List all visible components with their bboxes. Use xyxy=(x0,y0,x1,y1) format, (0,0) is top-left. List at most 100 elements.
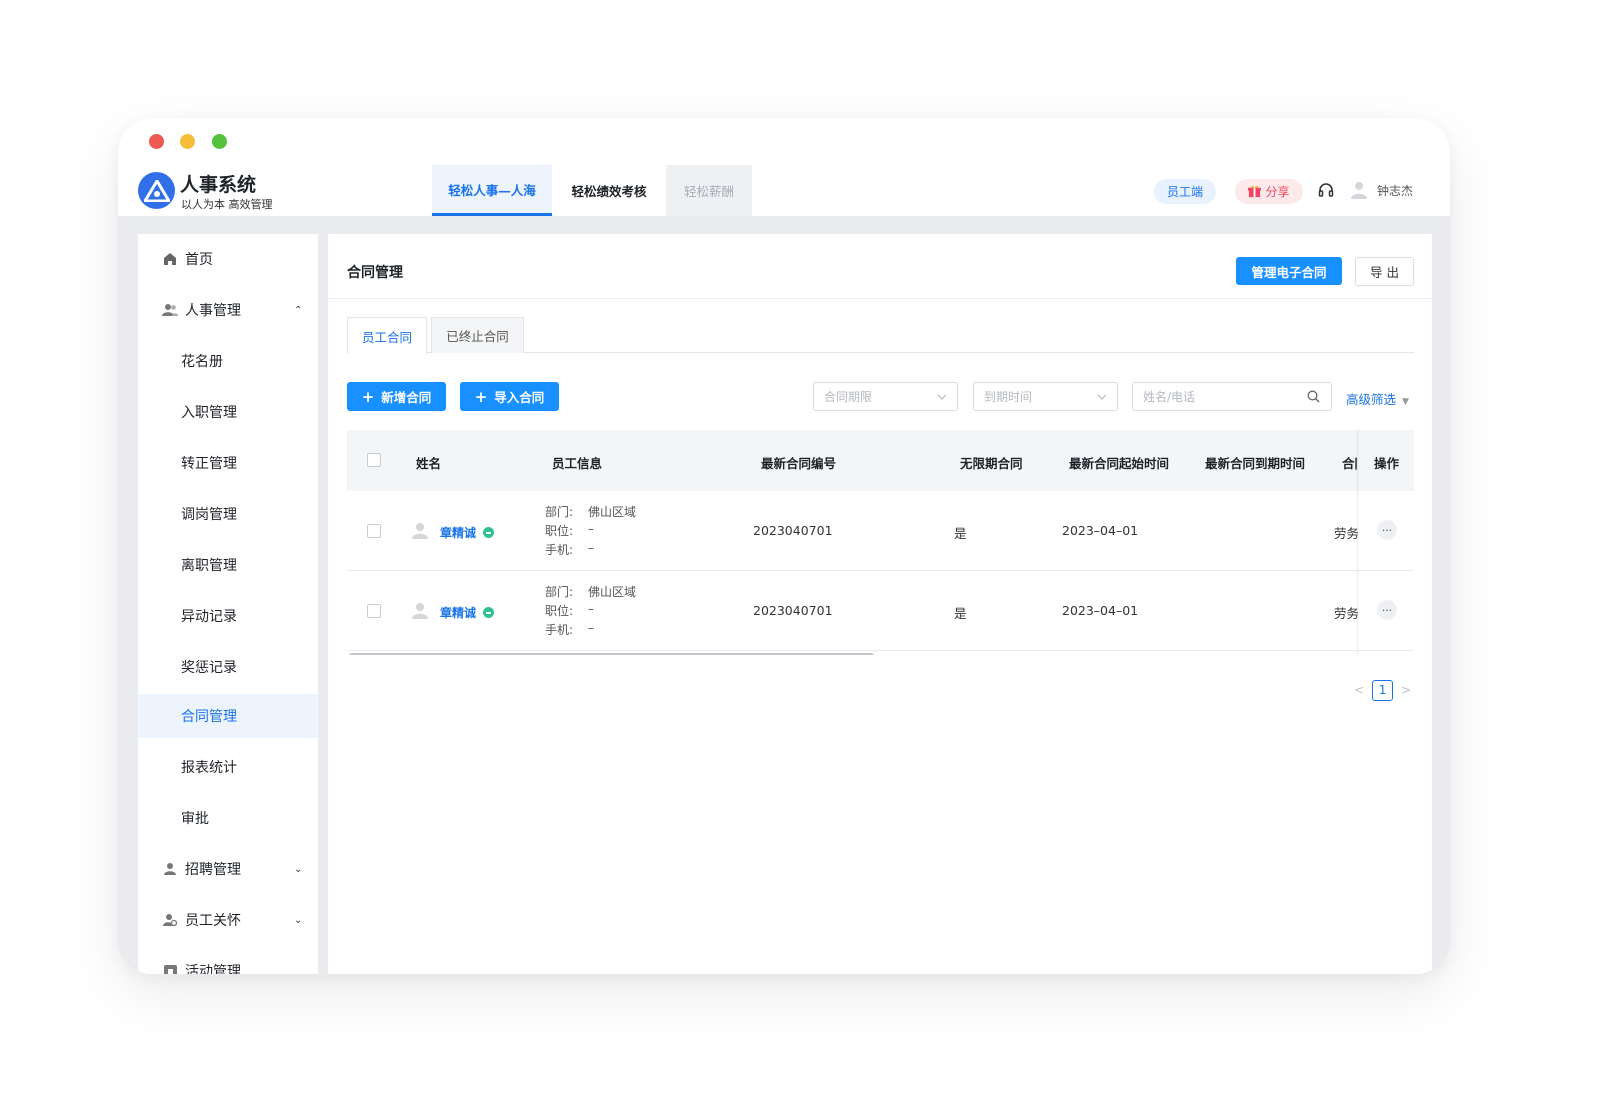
phone-value: – xyxy=(588,541,594,555)
add-contract-label: 新增合同 xyxy=(381,390,432,405)
contract-type: 劳务 xyxy=(1334,526,1358,541)
row-checkbox[interactable] xyxy=(367,604,381,618)
select-placeholder: 合同期限 xyxy=(824,390,873,404)
start-date: 2023–04–01 xyxy=(1062,603,1139,618)
sidebar-item-resignation[interactable]: 离职管理 xyxy=(138,543,318,587)
position-label: 职位: xyxy=(545,604,574,618)
sidebar: 首页 人事管理 ⌃ 花名册 入职管理 转正管理 调岗管理 离职管理 异动记录 奖… xyxy=(138,234,318,974)
employee-name-link[interactable]: 章精诚 xyxy=(440,604,476,621)
select-placeholder: 到期时间 xyxy=(984,390,1033,404)
sidebar-item-transfer[interactable]: 调岗管理 xyxy=(138,492,318,536)
column-header-actions: 操作 xyxy=(1374,456,1400,471)
sidebar-item-onboarding[interactable]: 入职管理 xyxy=(138,390,318,434)
plus-icon: + xyxy=(474,387,488,406)
care-icon xyxy=(162,912,178,928)
employee-portal-button[interactable]: 员工端 xyxy=(1154,179,1216,204)
maximize-window-button[interactable] xyxy=(212,134,227,149)
minimize-window-button[interactable] xyxy=(180,134,195,149)
table-row[interactable]: 章精诚 部门: 佛山区域 职位: – 手机: – 2023040701 是 20… xyxy=(347,571,1414,651)
sidebar-item-label: 入职管理 xyxy=(181,405,237,421)
advanced-filter-button[interactable]: 高级筛选 ▼ xyxy=(1346,389,1409,408)
sidebar-item-label: 招聘管理 xyxy=(185,862,241,878)
chevron-up-icon: ⌃ xyxy=(294,304,303,316)
sidebar-item-reports[interactable]: 报表统计 xyxy=(138,745,318,789)
user-name[interactable]: 钟志杰 xyxy=(1377,182,1413,199)
phone-label: 手机: xyxy=(545,543,574,557)
import-contract-button[interactable]: + 导入合同 xyxy=(460,382,559,411)
dept-value: 佛山区域 xyxy=(588,585,637,599)
column-header: 员工信息 xyxy=(552,456,603,471)
sidebar-item-employee-care[interactable]: 员工关怀 ⌄ xyxy=(138,898,318,942)
online-status-icon xyxy=(483,607,494,618)
column-header: 无限期合同 xyxy=(960,456,1023,471)
tab-employee-contracts[interactable]: 员工合同 xyxy=(347,317,427,354)
users-icon xyxy=(162,302,178,318)
page-number-button[interactable]: 1 xyxy=(1372,679,1394,701)
search-icon[interactable] xyxy=(1307,390,1320,403)
fixed-column-divider xyxy=(1357,430,1359,655)
sidebar-item-activities[interactable]: 活动管理 xyxy=(138,949,318,974)
sidebar-item-label: 花名册 xyxy=(181,354,223,370)
dept-value: 佛山区域 xyxy=(588,505,637,519)
app-title: 人事系统 xyxy=(180,174,257,196)
more-actions-button[interactable]: ··· xyxy=(1377,600,1397,620)
tab-terminated-contracts[interactable]: 已终止合同 xyxy=(431,317,524,353)
contract-period-select[interactable]: 合同期限 xyxy=(813,382,958,411)
export-button[interactable]: 导 出 xyxy=(1355,257,1414,286)
topnav-tab-salary[interactable]: 轻松薪酬 xyxy=(666,165,752,216)
share-label: 分享 xyxy=(1265,185,1290,199)
sidebar-item-label: 合同管理 xyxy=(181,709,237,725)
next-page-icon[interactable]: > xyxy=(1401,683,1411,697)
chevron-down-icon xyxy=(1097,394,1107,400)
close-window-button[interactable] xyxy=(149,134,164,149)
user-avatar-icon[interactable] xyxy=(1351,181,1367,203)
row-checkbox[interactable] xyxy=(367,524,381,538)
employee-name-link[interactable]: 章精诚 xyxy=(440,524,476,541)
topnav-tab-performance[interactable]: 轻松绩效考核 xyxy=(552,165,666,216)
table-header: 姓名 员工信息 最新合同编号 无限期合同 最新合同起始时间 最新合同到期时间 合… xyxy=(347,430,1414,491)
more-actions-button[interactable]: ··· xyxy=(1377,520,1397,540)
add-contract-button[interactable]: + 新增合同 xyxy=(347,382,446,411)
home-icon xyxy=(162,251,178,267)
logo-icon xyxy=(138,172,175,209)
position-value: – xyxy=(588,522,594,536)
sidebar-item-label: 奖惩记录 xyxy=(181,660,237,676)
main-panel: 合同管理 管理电子合同 导 出 员工合同 已终止合同 + 新增合同 + 导入合同… xyxy=(328,234,1432,974)
horizontal-scrollbar[interactable] xyxy=(349,653,874,655)
chevron-down-icon: ⌄ xyxy=(294,914,303,926)
select-all-checkbox[interactable] xyxy=(367,453,381,467)
column-header: 合同 xyxy=(1342,456,1357,471)
sidebar-item-change-records[interactable]: 异动记录 xyxy=(138,594,318,638)
sidebar-item-roster[interactable]: 花名册 xyxy=(138,339,318,383)
search-input[interactable]: 姓名/电话 xyxy=(1132,382,1332,411)
user-avatar-icon xyxy=(412,603,428,619)
sidebar-item-recruitment[interactable]: 招聘管理 ⌄ xyxy=(138,847,318,891)
sidebar-item-rewards[interactable]: 奖惩记录 xyxy=(138,645,318,689)
indefinite-flag: 是 xyxy=(954,606,967,621)
online-status-icon xyxy=(483,527,494,538)
sidebar-item-label: 转正管理 xyxy=(181,456,237,472)
contracts-table: 姓名 员工信息 最新合同编号 无限期合同 最新合同起始时间 最新合同到期时间 合… xyxy=(347,430,1414,655)
sidebar-item-approval[interactable]: 审批 xyxy=(138,796,318,840)
table-row[interactable]: 章精诚 部门: 佛山区域 职位: – 手机: – 2023040701 是 20… xyxy=(347,491,1414,571)
sidebar-item-regularization[interactable]: 转正管理 xyxy=(138,441,318,485)
manage-e-contract-button[interactable]: 管理电子合同 xyxy=(1236,257,1342,285)
column-header: 最新合同到期时间 xyxy=(1205,456,1306,471)
sidebar-item-label: 人事管理 xyxy=(185,303,241,319)
headset-icon[interactable] xyxy=(1318,182,1334,202)
sidebar-item-contracts[interactable]: 合同管理 xyxy=(138,694,318,738)
gift-icon xyxy=(1248,186,1262,198)
page-header: 合同管理 管理电子合同 导 出 xyxy=(328,234,1432,299)
search-placeholder: 姓名/电话 xyxy=(1143,390,1196,404)
share-button[interactable]: 分享 xyxy=(1235,179,1303,204)
chevron-down-icon xyxy=(937,394,947,400)
activity-icon xyxy=(162,963,178,974)
sidebar-item-hr-management[interactable]: 人事管理 ⌃ xyxy=(138,288,318,332)
topnav-tab-hr[interactable]: 轻松人事—人海 xyxy=(432,165,552,216)
sidebar-item-home[interactable]: 首页 xyxy=(138,237,318,281)
import-contract-label: 导入合同 xyxy=(494,390,545,405)
prev-page-icon[interactable]: < xyxy=(1354,683,1364,697)
due-time-select[interactable]: 到期时间 xyxy=(973,382,1118,411)
column-header: 最新合同起始时间 xyxy=(1069,456,1170,471)
page-title: 合同管理 xyxy=(347,265,403,281)
